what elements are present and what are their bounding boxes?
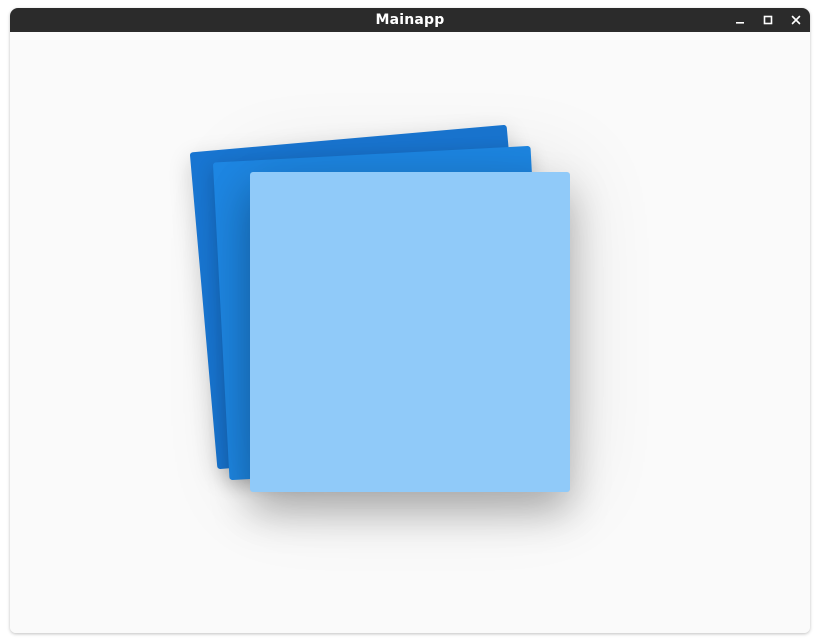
minimize-icon (735, 15, 745, 25)
close-icon (791, 15, 801, 25)
minimize-button[interactable] (726, 8, 754, 32)
card-front[interactable] (250, 172, 570, 492)
close-button[interactable] (782, 8, 810, 32)
maximize-icon (763, 15, 773, 25)
app-window: Mainapp (10, 8, 810, 633)
window-controls (726, 8, 810, 32)
window-title: Mainapp (375, 12, 445, 28)
maximize-button[interactable] (754, 8, 782, 32)
title-bar[interactable]: Mainapp (10, 8, 810, 32)
content-area (10, 32, 810, 633)
